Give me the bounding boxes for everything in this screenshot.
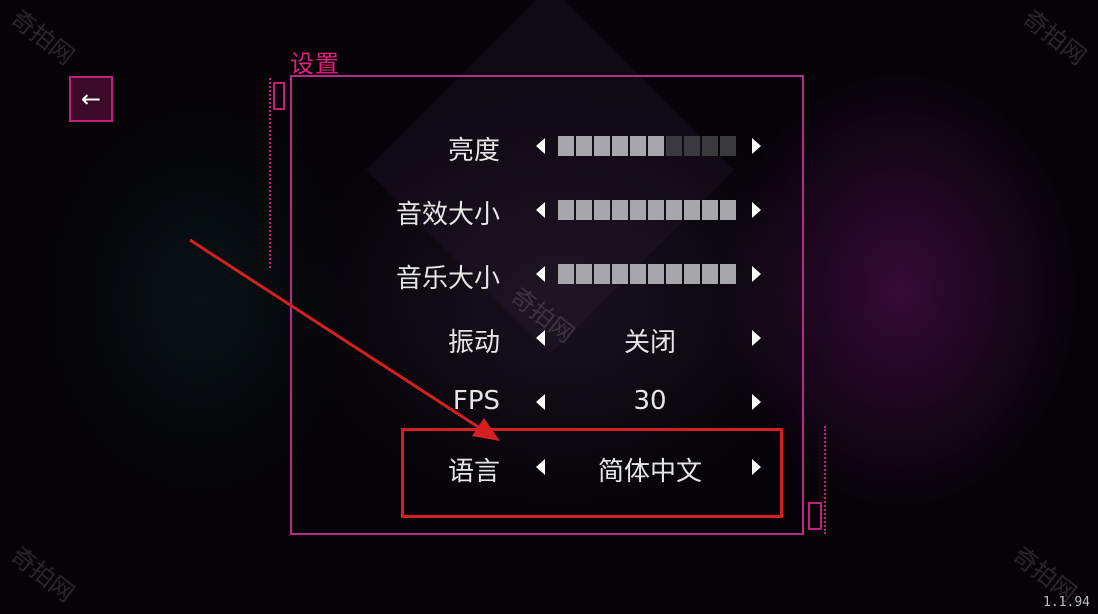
annotation-arrow-icon [189,238,500,441]
version-label: 1.1.94 [1043,595,1090,610]
